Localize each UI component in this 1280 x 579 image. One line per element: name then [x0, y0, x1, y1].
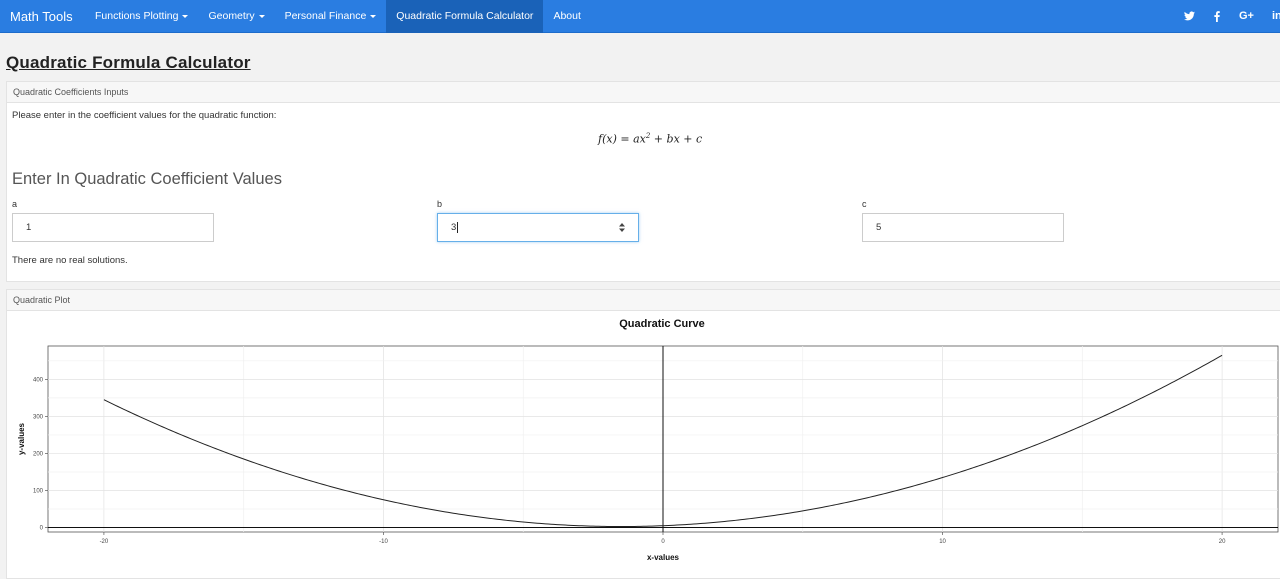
nav-label: Geometry — [208, 10, 255, 22]
y-tick-label: 300 — [33, 414, 44, 420]
input-value: 1 — [26, 222, 32, 233]
y-tick-label: 0 — [40, 526, 44, 532]
intro-text: Please enter in the coefficient values f… — [12, 110, 277, 121]
nav-label: Functions Plotting — [95, 10, 179, 22]
y-axis-label: y-values — [17, 422, 26, 455]
panel-heading: Quadratic Plot — [7, 290, 1280, 311]
quadratic-chart: Quadratic Curve -20 -10 0 10 20 0 100 200 300 40… — [17, 318, 1279, 562]
input-value: 3 — [451, 222, 457, 233]
linkedin-icon[interactable]: in — [1272, 0, 1280, 33]
nav-geometry[interactable]: Geometry — [198, 0, 274, 33]
label-b: b — [437, 199, 443, 209]
plot-panel: Quadratic Plot Quadratic Curve -20 -10 0 10… — [6, 289, 1280, 579]
coefficients-subheading: Enter In Quadratic Coefficient Values — [12, 170, 282, 188]
x-tick-label: -20 — [100, 539, 109, 545]
nav-functions-plotting[interactable]: Functions Plotting — [85, 0, 198, 33]
x-axis-label: x-values — [647, 553, 680, 562]
caret-down-icon — [182, 14, 189, 18]
nav-label: Personal Finance — [284, 10, 367, 22]
label-a: a — [12, 199, 18, 209]
brand-logo[interactable]: Math Tools — [10, 0, 73, 33]
navbar: Math Tools Functions Plotting Geometry P… — [0, 0, 1280, 33]
google-plus-icon[interactable]: G+ — [1239, 0, 1254, 33]
x-tick-label: 0 — [661, 539, 665, 545]
x-tick-label: -10 — [379, 539, 388, 545]
nav-quadratic-formula-calculator[interactable]: Quadratic Formula Calculator — [386, 0, 544, 33]
y-tick-label: 100 — [33, 489, 44, 495]
x-tick-label: 10 — [939, 539, 946, 545]
nav-label: Quadratic Formula Calculator — [396, 10, 534, 22]
facebook-icon[interactable] — [1214, 0, 1220, 33]
input-value: 5 — [876, 222, 882, 233]
chart-title: Quadratic Curve — [619, 318, 705, 330]
coefficient-a-input[interactable]: 1 — [12, 213, 214, 242]
result-message: There are no real solutions. — [12, 255, 128, 266]
coefficients-panel: Quadratic Coefficients Inputs Please ent… — [6, 81, 1280, 282]
coefficient-b-input[interactable]: 3 — [437, 213, 639, 242]
nav-menu: Functions Plotting Geometry Personal Fin… — [85, 0, 591, 33]
caret-down-icon — [370, 14, 377, 18]
y-tick-label: 200 — [33, 451, 44, 457]
caret-down-icon — [258, 14, 265, 18]
coefficient-c-input[interactable]: 5 — [862, 213, 1064, 242]
nav-personal-finance[interactable]: Personal Finance — [275, 0, 387, 33]
spinner-arrows-icon[interactable] — [618, 222, 626, 233]
x-axis-ticks: -20 -10 0 10 20 — [100, 532, 1226, 545]
nav-label: About — [553, 10, 581, 22]
label-c: c — [862, 199, 867, 209]
nav-about[interactable]: About — [543, 0, 590, 33]
panel-heading: Quadratic Coefficients Inputs — [7, 82, 1280, 103]
y-axis-ticks: 0 100 200 300 400 — [33, 377, 48, 532]
page-title: Quadratic Formula Calculator — [6, 53, 251, 72]
text-cursor — [457, 221, 459, 233]
y-tick-label: 400 — [33, 377, 44, 383]
twitter-icon[interactable] — [1184, 0, 1195, 33]
quadratic-formula: f(x) = ax2 + bx + c — [598, 132, 703, 146]
x-tick-label: 20 — [1219, 539, 1226, 545]
